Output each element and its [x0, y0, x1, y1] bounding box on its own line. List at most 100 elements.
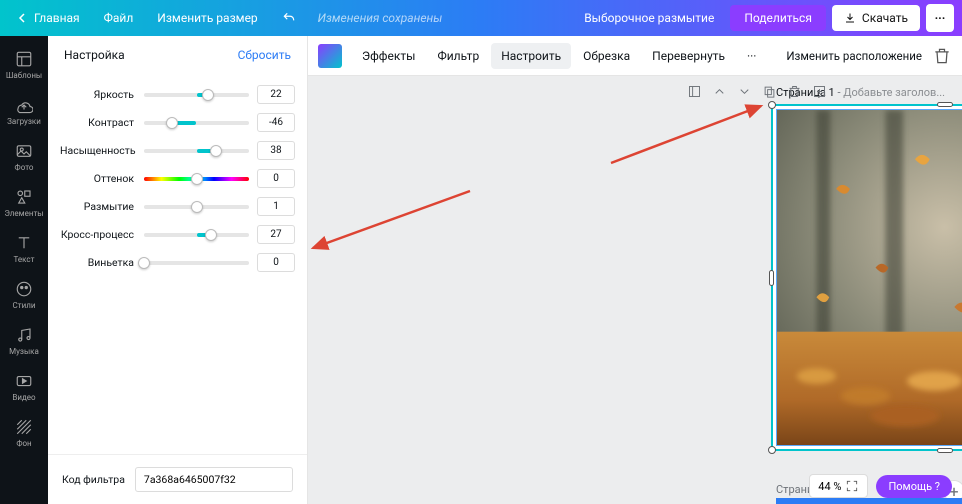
- canvas[interactable]: Страница 1 - Добавьте заголов...: [308, 76, 962, 504]
- help-button[interactable]: Помощь ?: [876, 475, 952, 498]
- add-page-icon[interactable]: [812, 84, 827, 99]
- music-icon: [15, 326, 33, 344]
- slider-label: Размытие: [60, 200, 144, 213]
- selected-photo[interactable]: [776, 109, 962, 446]
- adjust-panel: Настройка Сбросить Яркость 22 Контраст -46 Н…: [48, 36, 308, 504]
- share-button[interactable]: Поделиться: [730, 5, 826, 31]
- slider-Насыщенность: Насыщенность 38: [60, 141, 295, 160]
- templates-icon: [15, 50, 33, 68]
- slider-track[interactable]: [144, 261, 249, 265]
- annotation-arrow-2: [308, 186, 475, 266]
- slider-Виньетка: Виньетка 0: [60, 253, 295, 272]
- styles-icon: [15, 280, 33, 298]
- fullscreen-icon: [845, 479, 859, 493]
- artboard[interactable]: [771, 104, 962, 451]
- page-2-preview[interactable]: [776, 498, 962, 504]
- slider-track[interactable]: [144, 233, 249, 237]
- slider-value[interactable]: 38: [257, 141, 295, 160]
- home-button[interactable]: Главная: [8, 7, 90, 29]
- slider-track[interactable]: [144, 93, 249, 97]
- rail-elements[interactable]: Элементы: [0, 180, 48, 226]
- file-menu[interactable]: Файл: [94, 7, 144, 29]
- slider-Размытие: Размытие 1: [60, 197, 295, 216]
- slider-value[interactable]: 0: [257, 169, 295, 188]
- download-button[interactable]: Скачать: [832, 5, 920, 31]
- slider-track[interactable]: [144, 177, 249, 181]
- tool-Эффекты[interactable]: Эффекты: [352, 43, 425, 69]
- handle-bottom-left[interactable]: [768, 446, 776, 454]
- slider-value[interactable]: 22: [257, 85, 295, 104]
- rail-video[interactable]: Видео: [0, 364, 48, 410]
- filter-code-label: Код фильтра: [62, 473, 125, 486]
- more-button[interactable]: ···: [926, 4, 954, 32]
- effects-icon[interactable]: [318, 44, 342, 68]
- tool-Фильтр[interactable]: Фильтр: [427, 43, 489, 69]
- slider-knob[interactable]: [202, 89, 214, 101]
- rail-uploads[interactable]: Загрузки: [0, 88, 48, 134]
- tool-Перевернуть[interactable]: Перевернуть: [642, 43, 735, 69]
- slider-value[interactable]: 1: [257, 197, 295, 216]
- slider-value[interactable]: 27: [257, 225, 295, 244]
- annotation-arrow-1: [606, 98, 776, 168]
- undo-icon: [282, 11, 296, 25]
- handle-left[interactable]: [769, 270, 774, 286]
- filter-code-input[interactable]: [135, 467, 293, 492]
- rail-templates[interactable]: Шаблоны: [0, 42, 48, 88]
- undo-button[interactable]: [272, 7, 306, 29]
- chevron-up-icon[interactable]: [712, 84, 727, 99]
- copy-icon[interactable]: [762, 84, 777, 99]
- chevron-left-icon: [18, 13, 28, 23]
- side-rail: Шаблоны Загрузки Фото Элементы Текст Сти…: [0, 36, 48, 504]
- selective-blur-label[interactable]: Выборочное размытие: [574, 7, 724, 29]
- panel-title: Настройка: [64, 48, 125, 62]
- upload-icon: [15, 96, 33, 114]
- more-tools[interactable]: ···: [737, 43, 766, 69]
- position-button[interactable]: Изменить расположение: [786, 49, 922, 63]
- resize-menu[interactable]: Изменить размер: [147, 7, 267, 29]
- rail-music[interactable]: Музыка: [0, 318, 48, 364]
- background-icon: [15, 418, 33, 436]
- slider-knob[interactable]: [191, 201, 203, 213]
- slider-knob[interactable]: [138, 257, 150, 269]
- slider-knob[interactable]: [210, 145, 222, 157]
- video-icon: [15, 372, 33, 390]
- slider-label: Кросс-процесс: [60, 228, 144, 241]
- page-actions: [687, 84, 827, 99]
- zoom-control[interactable]: 44 %: [809, 474, 868, 498]
- slider-knob[interactable]: [191, 173, 203, 185]
- rail-background[interactable]: Фон: [0, 410, 48, 456]
- handle-bottom[interactable]: [937, 448, 953, 453]
- handle-top-left[interactable]: [768, 101, 776, 109]
- rail-photos[interactable]: Фото: [0, 134, 48, 180]
- slider-label: Насыщенность: [60, 144, 144, 157]
- delete-page-icon[interactable]: [787, 84, 802, 99]
- slider-value[interactable]: 0: [257, 253, 295, 272]
- trash-icon[interactable]: [932, 46, 952, 66]
- handle-top[interactable]: [937, 102, 953, 107]
- rail-text[interactable]: Текст: [0, 226, 48, 272]
- slider-track[interactable]: [144, 205, 249, 209]
- slider-knob[interactable]: [166, 117, 178, 129]
- chevron-down-icon[interactable]: [737, 84, 752, 99]
- slider-label: Яркость: [60, 88, 144, 101]
- slider-Оттенок: Оттенок0: [60, 169, 295, 188]
- slider-Яркость: Яркость 22: [60, 85, 295, 104]
- slider-Контраст: Контраст -46: [60, 113, 295, 132]
- tool-Обрезка[interactable]: Обрезка: [573, 43, 640, 69]
- tool-Настроить[interactable]: Настроить: [491, 43, 571, 69]
- slider-track[interactable]: [144, 149, 249, 153]
- slider-label: Контраст: [60, 116, 144, 129]
- reset-button[interactable]: Сбросить: [238, 48, 291, 62]
- expand-icon[interactable]: [687, 84, 702, 99]
- slider-label: Виньетка: [60, 256, 144, 269]
- elements-icon: [15, 188, 33, 206]
- top-bar: Главная Файл Изменить размер Изменения с…: [0, 0, 962, 36]
- slider-track[interactable]: [144, 121, 249, 125]
- download-icon: [844, 12, 856, 24]
- slider-value[interactable]: -46: [257, 113, 295, 132]
- slider-knob[interactable]: [205, 229, 217, 241]
- context-toolbar: ЭффектыФильтрНастроитьОбрезкаПеревернуть…: [308, 36, 962, 76]
- photo-icon: [15, 142, 33, 160]
- rail-styles[interactable]: Стили: [0, 272, 48, 318]
- slider-Кросс-процесс: Кросс-процесс 27: [60, 225, 295, 244]
